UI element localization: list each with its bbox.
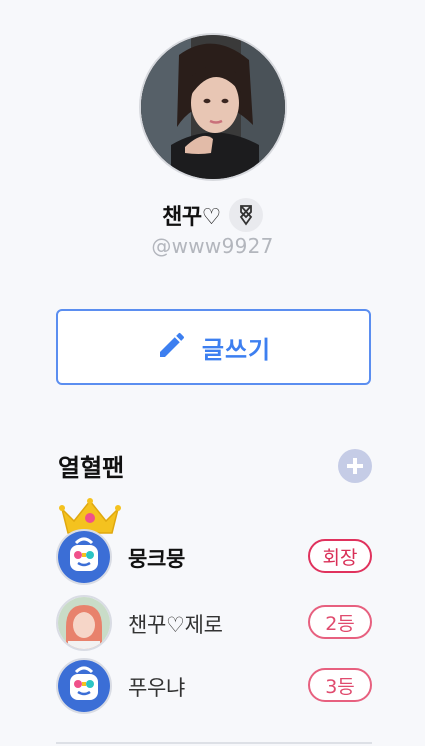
profile-avatar[interactable] [139, 33, 287, 181]
verified-ribbon-icon[interactable] [228, 198, 263, 232]
fan-name: 푸우냐 [128, 676, 186, 700]
profile-handle: @www9927 [151, 234, 274, 258]
fan-list-item[interactable]: 챈꾸♡제로 2등 [56, 595, 372, 651]
fan-list-item[interactable]: 뭉크뭉 회장 [56, 529, 372, 585]
user-photo-avatar [56, 595, 112, 651]
add-fan-button[interactable] [338, 449, 372, 483]
plus-icon [347, 458, 363, 474]
fan-list-item[interactable]: 푸우냐 3등 [56, 658, 372, 714]
fan-name: 챈꾸♡제로 [128, 613, 223, 637]
write-post-label: 글쓰기 [201, 335, 272, 364]
profile-name: 챈꾸♡ [162, 205, 221, 230]
fans-section-title: 열혈팬 [58, 454, 125, 482]
section-divider [56, 742, 372, 744]
rank-badge: 3등 [308, 668, 372, 702]
write-post-button[interactable]: 글쓰기 [56, 309, 371, 385]
fan-name: 뭉크뭉 [128, 547, 186, 571]
profile-panel: 챈꾸♡ @www9927 글쓰기 열혈팬 뭉크뭉 회장 챈꾸♡제로 2등 푸우냐… [0, 0, 425, 746]
rank-badge: 회장 [308, 539, 372, 573]
app-mascot-icon [56, 529, 112, 585]
app-mascot-icon [56, 658, 112, 714]
rank-badge: 2등 [308, 605, 372, 639]
profile-name-row: 챈꾸♡ [0, 198, 425, 232]
pencil-icon [156, 329, 188, 365]
